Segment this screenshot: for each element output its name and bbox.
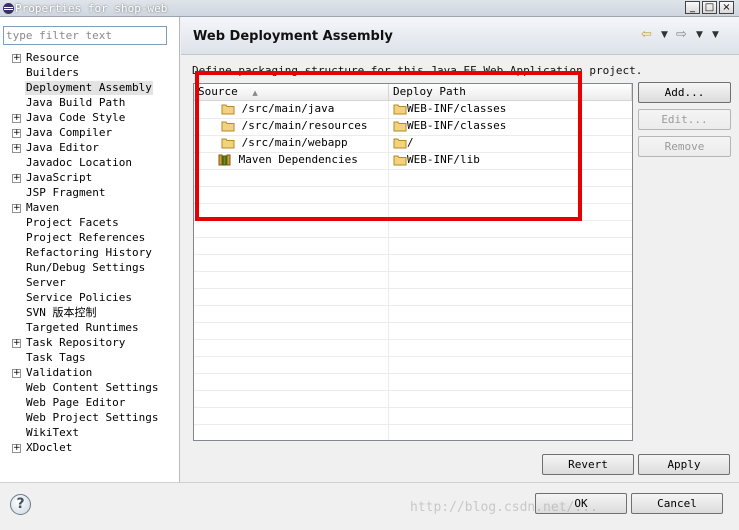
preference-tree-pane: type filter text + Resource Builders Deploy…: [0, 17, 180, 482]
tree-item-label: JavaScript: [26, 171, 93, 184]
tree-item-label: Task Repository: [26, 336, 126, 349]
close-button[interactable]: ×: [719, 1, 734, 14]
tree-item-label: Validation: [26, 366, 93, 379]
grid-line: [194, 271, 632, 272]
window-titlebar: Properties for shop-web _ □ ×: [0, 0, 739, 17]
maximize-button[interactable]: □: [702, 1, 717, 14]
remove-button[interactable]: Remove: [638, 136, 731, 157]
grid-line: [194, 390, 632, 391]
tree-item-label: XDoclet: [26, 441, 73, 454]
tree-item-label: Builders: [26, 66, 79, 79]
expand-icon[interactable]: +: [12, 369, 21, 378]
tree-item-label: Java Code Style: [26, 111, 126, 124]
tree-item-label: Web Page Editor: [26, 396, 126, 409]
back-dropdown-icon[interactable]: ▼: [661, 30, 668, 40]
tree-item-label: Web Project Settings: [26, 411, 159, 424]
add-button[interactable]: Add...: [638, 82, 731, 103]
tree-item-label: Refactoring History: [26, 246, 152, 259]
expand-icon[interactable]: +: [12, 174, 21, 183]
grid-line: [194, 339, 632, 340]
tree-item-label: Run/Debug Settings: [26, 261, 146, 274]
grid-line: [194, 305, 632, 306]
edit-button[interactable]: Edit...: [638, 109, 731, 130]
expand-icon[interactable]: +: [12, 339, 21, 348]
page-title: Web Deployment Assembly: [193, 29, 393, 44]
tree-item-label: Resource: [26, 51, 79, 64]
grid-line: [194, 356, 632, 357]
tree-item-label: Targeted Runtimes: [26, 321, 139, 334]
tree-item-label: Service Policies: [26, 291, 132, 304]
eclipse-icon: [3, 3, 14, 14]
tree-item-label: WikiText: [26, 426, 79, 439]
expand-icon[interactable]: +: [12, 129, 21, 138]
tree-item-label: SVN 版本控制: [26, 306, 97, 319]
tree-item-label: Java Compiler: [26, 126, 113, 139]
dialog-button-bar: [0, 482, 739, 530]
filter-input[interactable]: type filter text: [3, 26, 167, 45]
forward-arrow-icon[interactable]: ⇨: [676, 27, 687, 42]
watermark-text: http://blog.csdn.net/...: [410, 500, 598, 515]
expand-icon[interactable]: +: [12, 54, 21, 63]
tree-item-label: JSP Fragment: [26, 186, 106, 199]
apply-button[interactable]: Apply: [638, 454, 730, 475]
expand-icon[interactable]: +: [12, 114, 21, 123]
highlight-box: [195, 71, 582, 221]
grid-line: [194, 288, 632, 289]
grid-line: [194, 254, 632, 255]
grid-line: [194, 322, 632, 323]
tree-item-label: Java Editor: [26, 141, 99, 154]
minimize-button[interactable]: _: [685, 1, 700, 14]
tree-item-label: Web Content Settings: [26, 381, 159, 394]
revert-button[interactable]: Revert: [542, 454, 634, 475]
tree-item-label: Deployment Assembly: [25, 81, 153, 95]
back-arrow-icon[interactable]: ⇦: [641, 27, 652, 42]
grid-line: [194, 373, 632, 374]
tree-item-label: Project Facets: [26, 216, 119, 229]
view-menu-icon[interactable]: ▼: [712, 30, 719, 40]
help-icon[interactable]: ?: [10, 494, 31, 515]
tree-item-label: Javadoc Location: [26, 156, 132, 169]
tree-item-label: Project References: [26, 231, 146, 244]
tree-item-label: Server: [26, 276, 66, 289]
grid-line: [194, 424, 632, 425]
window-title: Properties for shop-web: [15, 2, 168, 15]
expand-icon[interactable]: +: [12, 204, 21, 213]
forward-dropdown-icon[interactable]: ▼: [696, 30, 703, 40]
tree-item-label: Maven: [26, 201, 60, 214]
expand-icon[interactable]: +: [12, 444, 21, 453]
expand-icon[interactable]: +: [12, 144, 21, 153]
tree-item-label: Task Tags: [26, 351, 86, 364]
grid-line: [194, 407, 632, 408]
cancel-button[interactable]: Cancel: [631, 493, 723, 514]
grid-line: [194, 237, 632, 238]
tree-item-label: Java Build Path: [26, 96, 126, 109]
page-header: Web Deployment Assembly ⇦ ▼ ⇨ ▼ ▼: [181, 17, 739, 55]
